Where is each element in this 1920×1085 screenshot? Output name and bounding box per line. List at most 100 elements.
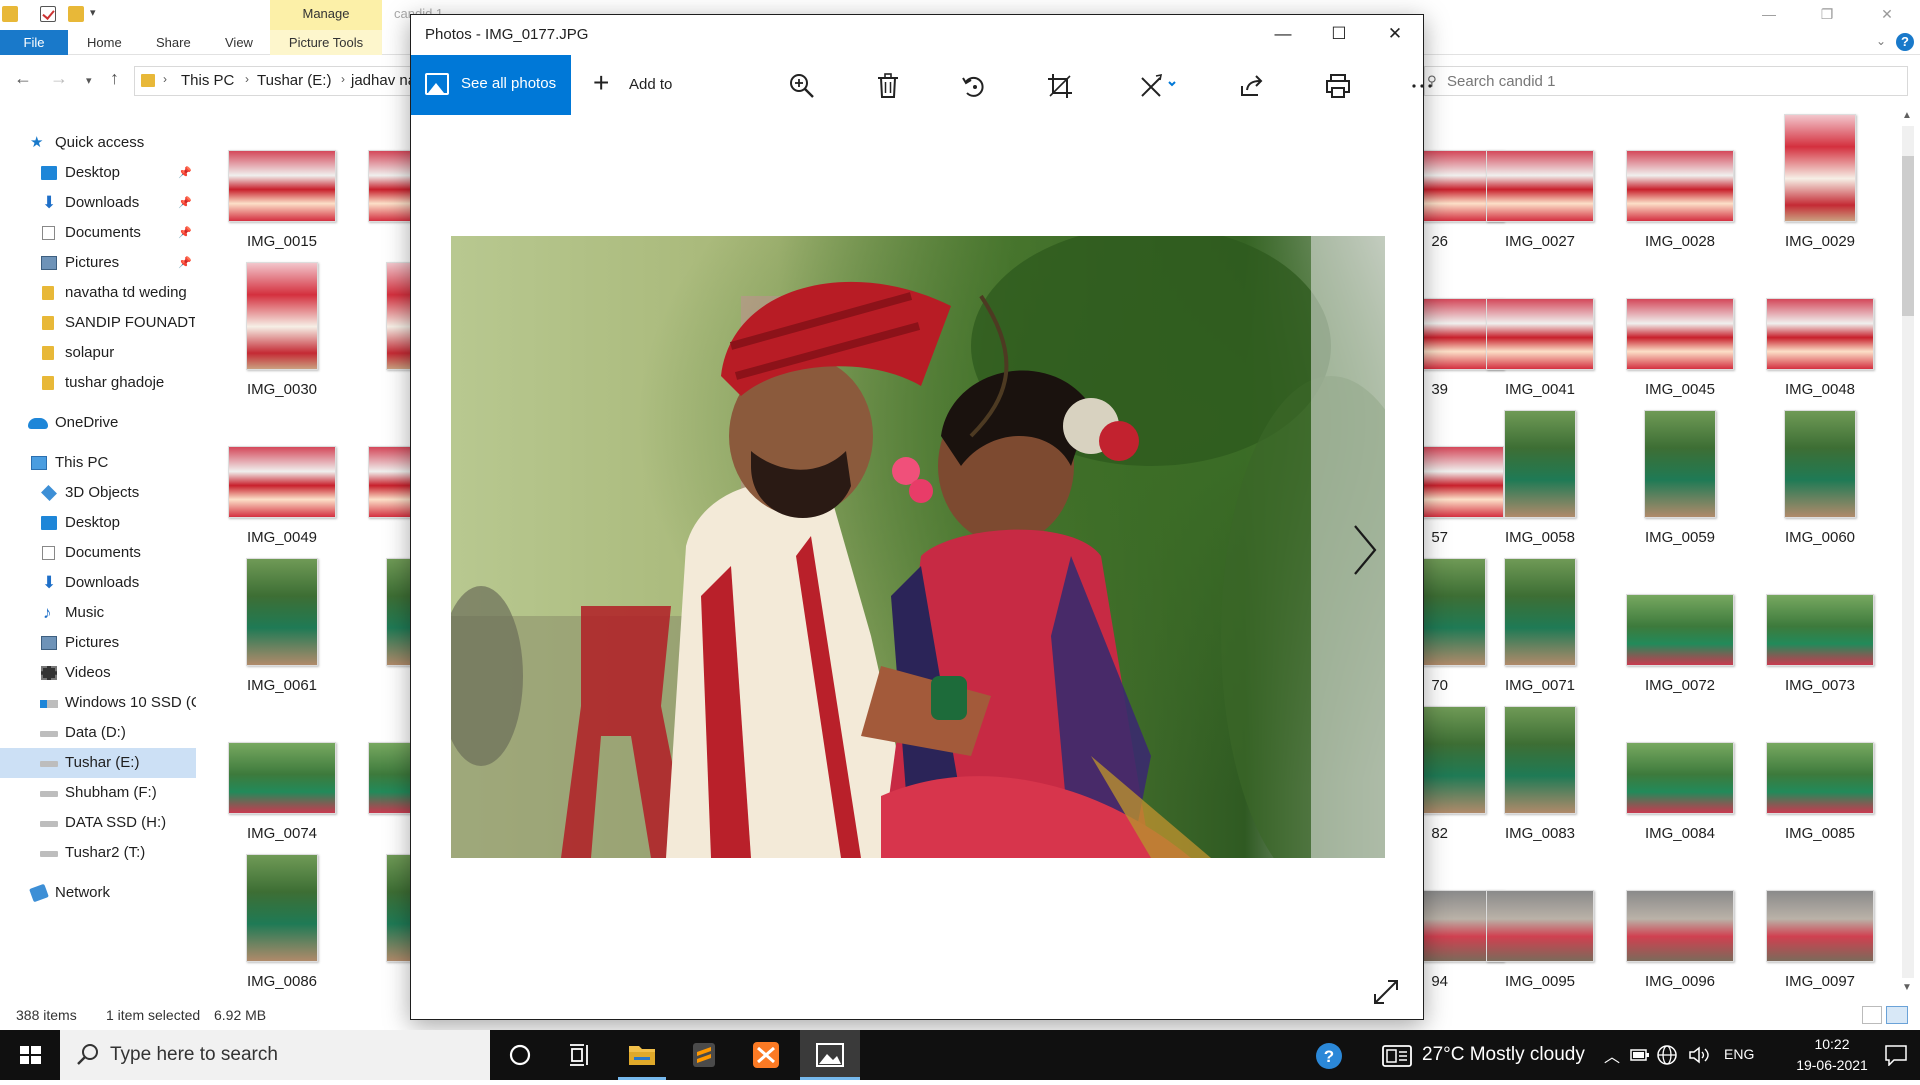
network-globe-icon[interactable] — [1656, 1044, 1678, 1066]
nav-this-pc[interactable]: This PC — [0, 448, 196, 478]
file-item[interactable]: IMG_0030 — [212, 256, 352, 404]
weather-text[interactable]: 27°C Mostly cloudy — [1422, 1044, 1585, 1066]
notifications-icon[interactable] — [1884, 1044, 1908, 1066]
large-icons-view-icon[interactable] — [1886, 1006, 1908, 1024]
nav-pc-videos[interactable]: Videos — [0, 658, 196, 688]
edit-create-button[interactable] — [1123, 55, 1193, 115]
nav-documents[interactable]: Documents 📌 — [0, 218, 196, 248]
clock-date[interactable]: 19-06-2021 — [1792, 1057, 1872, 1073]
start-button[interactable] — [0, 1030, 60, 1080]
chevron-right-icon[interactable]: › — [341, 72, 345, 86]
chevron-right-icon[interactable]: › — [163, 72, 167, 86]
task-view-button[interactable] — [550, 1030, 610, 1080]
nav-drive-e[interactable]: Tushar (E:) — [0, 748, 196, 778]
nav-pc-desktop[interactable]: Desktop — [0, 508, 196, 538]
new-folder-icon[interactable] — [68, 6, 84, 22]
nav-drive-h[interactable]: DATA SSD (H:) — [0, 808, 196, 838]
zoom-button[interactable] — [773, 55, 829, 115]
file-item[interactable]: IMG_0083 — [1470, 700, 1610, 848]
nav-desktop[interactable]: Desktop 📌 — [0, 158, 196, 188]
nav-folder-navatha[interactable]: navatha td weding — [0, 278, 196, 308]
file-item[interactable]: IMG_0029 — [1750, 108, 1890, 256]
nav-folder-tushar[interactable]: tushar ghadoje — [0, 368, 196, 398]
nav-pictures[interactable]: Pictures 📌 — [0, 248, 196, 278]
help-icon[interactable]: ? — [1314, 1041, 1344, 1071]
tab-share[interactable]: Share — [156, 30, 191, 55]
maximize-button[interactable]: ☐ — [1311, 15, 1367, 55]
scroll-down-icon[interactable]: ▼ — [1902, 982, 1912, 993]
nav-drive-f[interactable]: Shubham (F:) — [0, 778, 196, 808]
properties-icon[interactable] — [40, 6, 56, 22]
breadcrumb-folder[interactable]: jadhav na — [351, 72, 416, 89]
customize-toolbar-icon[interactable]: ▾ — [90, 6, 106, 22]
help-icon[interactable]: ? — [1896, 33, 1914, 51]
nav-quick-access[interactable]: ★ Quick access — [0, 128, 196, 158]
file-explorer-taskbar-button[interactable] — [612, 1030, 672, 1080]
tab-file[interactable]: File — [0, 30, 68, 55]
fullscreen-button[interactable] — [1371, 977, 1401, 1007]
delete-button[interactable] — [859, 55, 915, 115]
taskbar-search-box[interactable]: Type here to search — [60, 1030, 490, 1080]
language-indicator[interactable]: ENG — [1724, 1046, 1754, 1062]
tab-view[interactable]: View — [225, 30, 253, 55]
see-all-photos-button[interactable]: See all photos — [411, 55, 571, 115]
nav-drive-c[interactable]: Windows 10 SSD (C — [0, 688, 196, 718]
file-item[interactable]: IMG_0061 — [212, 552, 352, 700]
rotate-button[interactable] — [945, 55, 1001, 115]
nav-network[interactable]: Network — [0, 878, 196, 908]
file-item[interactable]: IMG_0085 — [1750, 700, 1890, 848]
recent-locations-icon[interactable]: ▾ — [86, 74, 92, 87]
taskbar-search-input[interactable]: Type here to search — [110, 1044, 278, 1066]
file-item[interactable]: IMG_0086 — [212, 848, 352, 996]
close-button[interactable]: ✕ — [1864, 0, 1910, 30]
nav-drive-t[interactable]: Tushar2 (T:) — [0, 838, 196, 868]
minimize-button[interactable]: — — [1255, 15, 1311, 55]
nav-pc-pictures[interactable]: Pictures — [0, 628, 196, 658]
file-item[interactable]: IMG_0045 — [1610, 256, 1750, 404]
file-item[interactable]: IMG_0071 — [1470, 552, 1610, 700]
file-item[interactable]: IMG_0049 — [212, 404, 352, 552]
sublime-text-taskbar-button[interactable] — [674, 1030, 734, 1080]
nav-pc-documents[interactable]: Documents — [0, 538, 196, 568]
scroll-thumb[interactable] — [1902, 156, 1914, 316]
file-item[interactable]: IMG_0059 — [1610, 404, 1750, 552]
cortana-button[interactable] — [490, 1030, 550, 1080]
nav-pc-downloads[interactable]: ⬇ Downloads — [0, 568, 196, 598]
show-hidden-icons-icon[interactable]: ︿ — [1604, 1043, 1620, 1067]
file-item[interactable]: IMG_0095 — [1470, 848, 1610, 996]
clock-time[interactable]: 10:22 — [1792, 1036, 1872, 1052]
battery-icon[interactable] — [1630, 1047, 1650, 1063]
crop-button[interactable] — [1031, 55, 1087, 115]
search-box[interactable]: ⚲ Search candid 1 — [1424, 66, 1908, 96]
back-icon[interactable]: ← — [14, 68, 32, 89]
tab-picture-tools[interactable]: Picture Tools — [270, 30, 382, 55]
share-button[interactable] — [1223, 55, 1279, 115]
expand-ribbon-icon[interactable]: ⌄ — [1876, 34, 1886, 48]
file-item[interactable]: IMG_0084 — [1610, 700, 1750, 848]
search-input[interactable]: Search candid 1 — [1447, 73, 1555, 90]
file-item[interactable]: IMG_0048 — [1750, 256, 1890, 404]
file-item[interactable]: IMG_0027 — [1470, 108, 1610, 256]
file-item[interactable]: IMG_0041 — [1470, 256, 1610, 404]
nav-pc-music[interactable]: ♪ Music — [0, 598, 196, 628]
scroll-up-icon[interactable]: ▲ — [1902, 110, 1912, 121]
photos-taskbar-button[interactable] — [800, 1030, 860, 1080]
restore-button[interactable]: ❐ — [1804, 0, 1850, 30]
file-item[interactable]: IMG_0058 — [1470, 404, 1610, 552]
nav-folder-solapur[interactable]: solapur — [0, 338, 196, 368]
tab-home[interactable]: Home — [87, 30, 122, 55]
file-item[interactable]: IMG_0096 — [1610, 848, 1750, 996]
file-item[interactable]: IMG_0060 — [1750, 404, 1890, 552]
photo-view[interactable] — [451, 236, 1385, 858]
nav-3d-objects[interactable]: 3D Objects — [0, 478, 196, 508]
add-to-button[interactable]: + Add to — [583, 55, 683, 115]
minimize-button[interactable]: — — [1746, 0, 1792, 30]
close-button[interactable]: ✕ — [1367, 15, 1423, 55]
forward-icon[interactable]: → — [50, 68, 68, 89]
file-item[interactable]: IMG_0074 — [212, 700, 352, 848]
file-item[interactable]: IMG_0015 — [212, 108, 352, 256]
print-button[interactable] — [1309, 55, 1365, 115]
file-item[interactable]: IMG_0097 — [1750, 848, 1890, 996]
nav-downloads[interactable]: ⬇ Downloads 📌 — [0, 188, 196, 218]
address-bar[interactable]: › This PC › Tushar (E:) › jadhav na — [134, 66, 434, 96]
